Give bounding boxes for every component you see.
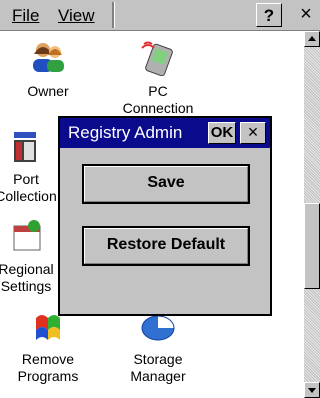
scroll-up-button[interactable] bbox=[304, 31, 320, 47]
desktop-icon-label: Remove Programs bbox=[17, 351, 79, 384]
desktop-icon-label: Port Collection bbox=[0, 171, 57, 204]
desktop-icon-owner[interactable]: Owner bbox=[8, 40, 88, 100]
registry-admin-dialog: Registry Admin OK × Save Restore Default bbox=[58, 116, 272, 316]
vertical-scrollbar[interactable] bbox=[304, 31, 320, 398]
menu-view[interactable]: View bbox=[58, 6, 95, 26]
menu-bar: File View ? × bbox=[0, 0, 320, 31]
owner-icon bbox=[33, 43, 64, 72]
dialog-title-bar: Registry Admin OK × bbox=[60, 118, 270, 148]
scrollbar-thumb[interactable] bbox=[304, 203, 320, 289]
desktop-icon-label: PC Connection bbox=[122, 83, 194, 116]
arrow-up-icon bbox=[308, 36, 316, 41]
scroll-down-button[interactable] bbox=[304, 382, 320, 398]
desktop-icon-regional-settings[interactable]: Regional Settings bbox=[0, 218, 66, 295]
desktop-icon-storage-manager[interactable]: Storage Manager bbox=[118, 308, 198, 385]
help-button[interactable]: ? bbox=[256, 3, 282, 27]
restore-default-button[interactable]: Restore Default bbox=[82, 226, 250, 266]
menu-file[interactable]: File bbox=[12, 6, 39, 26]
menu-separator bbox=[112, 2, 115, 28]
desktop-icon-label: Regional Settings bbox=[0, 261, 54, 294]
port-collection-icon bbox=[14, 132, 36, 162]
desktop-icon-label: Storage Manager bbox=[130, 351, 186, 384]
pc-connection-icon bbox=[141, 41, 173, 76]
desktop-icon-label: Owner bbox=[27, 83, 69, 99]
dialog-close-button[interactable]: × bbox=[240, 122, 266, 144]
desktop-icon-port-collection[interactable]: Port Collection bbox=[0, 128, 66, 205]
save-button[interactable]: Save bbox=[82, 164, 250, 204]
arrow-down-icon bbox=[308, 388, 316, 393]
dialog-title: Registry Admin bbox=[68, 123, 183, 142]
desktop-icon-remove-programs[interactable]: Remove Programs bbox=[8, 308, 88, 385]
window-close-button[interactable]: × bbox=[294, 3, 318, 27]
regional-settings-icon bbox=[13, 220, 41, 251]
desktop-icon-pc-connection[interactable]: PC Connection bbox=[118, 40, 198, 117]
dialog-ok-button[interactable]: OK bbox=[208, 122, 236, 144]
